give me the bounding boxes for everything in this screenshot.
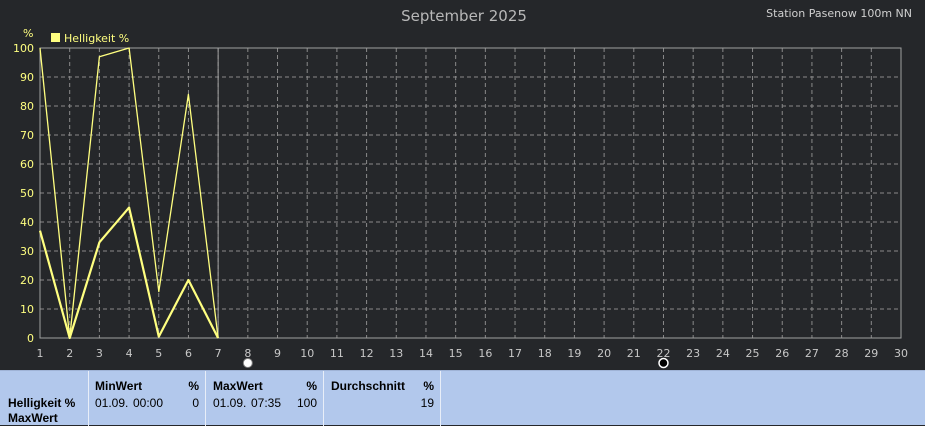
max-header: MaxWert bbox=[213, 379, 263, 393]
max-time: 07:35 bbox=[251, 396, 282, 410]
new-moon-icon bbox=[658, 357, 669, 369]
x-tick-label: 27 bbox=[805, 347, 819, 360]
x-tick-label: 28 bbox=[835, 347, 849, 360]
stats-row-label: Helligkeit % MaxWert bbox=[0, 371, 88, 426]
y-tick-label: 40 bbox=[20, 216, 34, 229]
x-tick-label: 18 bbox=[538, 347, 552, 360]
x-tick-label: 10 bbox=[300, 347, 314, 360]
brightness-chart: September 2025 Station Pasenow 100m NN %… bbox=[13, 7, 912, 369]
avg-unit: % bbox=[423, 379, 434, 393]
legend-swatch bbox=[51, 33, 60, 42]
x-tick-label: 7 bbox=[215, 347, 222, 360]
y-axis-unit: % bbox=[23, 27, 33, 40]
x-tick-label: 19 bbox=[567, 347, 581, 360]
station-label: Station Pasenow 100m NN bbox=[766, 7, 912, 20]
max-value-column: MaxWert % 01.09. 07:35 100 bbox=[205, 371, 323, 426]
legend-label: Helligkeit % bbox=[64, 32, 129, 45]
grid-lines bbox=[40, 48, 901, 338]
x-tick-label: 30 bbox=[894, 347, 908, 360]
y-tick-label: 80 bbox=[20, 100, 34, 113]
x-tick-label: 17 bbox=[508, 347, 522, 360]
y-tick-label: 20 bbox=[20, 274, 34, 287]
full-moon-icon bbox=[242, 358, 253, 368]
y-tick-label: 50 bbox=[20, 187, 34, 200]
min-time: 00:00 bbox=[133, 396, 164, 410]
x-tick-label: 15 bbox=[449, 347, 463, 360]
y-tick-label: 0 bbox=[27, 332, 34, 345]
y-tick-label: 100 bbox=[13, 42, 34, 55]
y-tick-label: 70 bbox=[20, 129, 34, 142]
avg-value: 19 bbox=[420, 396, 434, 410]
x-axis-ticks: 1 2 3 4 5 6 7 8 9 10 11 12 13 14 15 16 17 18 19 20 21 22 23 24 2… bbox=[37, 347, 909, 360]
min-date: 01.09. bbox=[95, 396, 129, 410]
x-tick-label: 26 bbox=[775, 347, 789, 360]
x-tick-label: 24 bbox=[716, 347, 730, 360]
x-tick-label: 29 bbox=[864, 347, 878, 360]
y-tick-label: 10 bbox=[20, 303, 34, 316]
average-column: Durchschnitt % 19 bbox=[323, 371, 441, 426]
row-sublabel: MaxWert bbox=[8, 411, 58, 425]
max-unit: % bbox=[306, 379, 317, 393]
x-tick-label: 16 bbox=[478, 347, 492, 360]
x-tick-label: 1 bbox=[37, 347, 44, 360]
x-tick-label: 23 bbox=[686, 347, 700, 360]
max-date: 01.09. bbox=[213, 396, 247, 410]
x-tick-label: 5 bbox=[155, 347, 162, 360]
legend: Helligkeit % bbox=[51, 32, 129, 45]
stats-panel: Helligkeit % MaxWert MinWert % 01.09. 00… bbox=[0, 370, 925, 426]
x-tick-label: 4 bbox=[126, 347, 133, 360]
x-tick-label: 25 bbox=[746, 347, 760, 360]
x-tick-label: 6 bbox=[185, 347, 192, 360]
x-tick-label: 21 bbox=[627, 347, 641, 360]
x-tick-label: 20 bbox=[597, 347, 611, 360]
min-unit: % bbox=[188, 379, 199, 393]
min-header: MinWert bbox=[95, 379, 143, 393]
y-tick-label: 60 bbox=[20, 158, 34, 171]
y-axis-ticks: 0 10 20 30 40 50 60 70 80 90 100 bbox=[13, 42, 34, 345]
x-tick-label: 9 bbox=[274, 347, 281, 360]
chart-title: September 2025 bbox=[401, 7, 527, 25]
max-value: 100 bbox=[296, 396, 317, 410]
y-tick-label: 90 bbox=[20, 71, 34, 84]
x-tick-label: 11 bbox=[330, 347, 344, 360]
x-tick-label: 13 bbox=[389, 347, 403, 360]
chart-page: September 2025 Station Pasenow 100m NN %… bbox=[0, 0, 925, 426]
min-value-column: MinWert % 01.09. 00:00 0 bbox=[88, 371, 205, 426]
x-tick-label: 2 bbox=[66, 347, 73, 360]
x-tick-label: 3 bbox=[96, 347, 103, 360]
avg-header: Durchschnitt bbox=[331, 379, 406, 393]
y-tick-label: 30 bbox=[20, 245, 34, 258]
x-tick-label: 12 bbox=[360, 347, 374, 360]
x-tick-label: 14 bbox=[419, 347, 433, 360]
min-value: 0 bbox=[192, 396, 199, 410]
row-label: Helligkeit % bbox=[8, 396, 76, 410]
